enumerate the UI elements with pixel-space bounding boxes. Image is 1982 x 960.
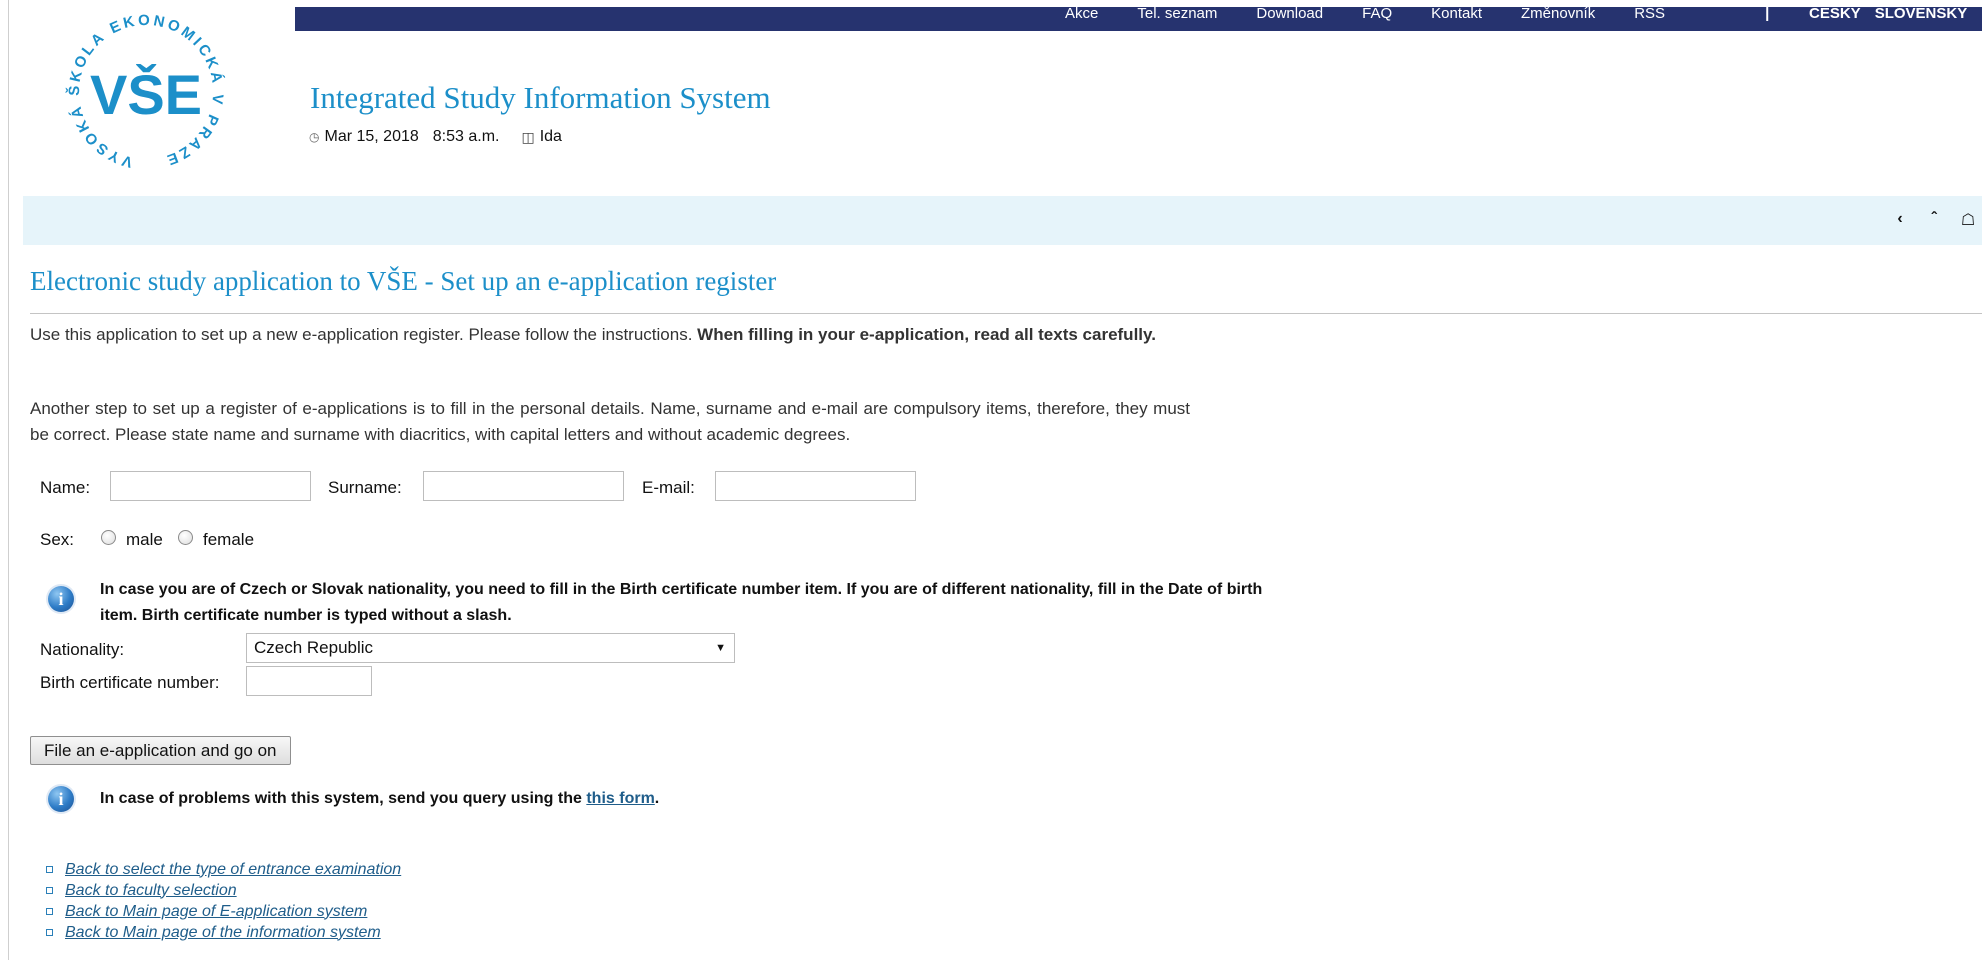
home-icon[interactable]: ☖: [1960, 210, 1976, 230]
info-icon: i: [48, 586, 74, 612]
personal-info-text: Another step to set up a register of e-a…: [30, 399, 1190, 444]
name-label: Name:: [40, 478, 91, 497]
user-name: Ida: [539, 128, 562, 145]
nav-akce[interactable]: Akce: [1065, 7, 1098, 21]
list-item: Back to Main page of E-application syste…: [46, 901, 401, 922]
surname-label: Surname:: [328, 478, 402, 497]
sex-male-radio[interactable]: [101, 530, 116, 545]
top-nav: Akce Tel. seznam Download FAQ Kontakt Zm…: [1065, 7, 1793, 21]
back-icon[interactable]: ‹: [1892, 210, 1908, 230]
vse-logo[interactable]: VYSOKÁ ŠKOLA EKONOMICKÁ V PRAZE VŠE: [58, 6, 234, 176]
intro-text: Use this application to set up a new e-a…: [30, 322, 1190, 348]
bullet-icon: [46, 929, 53, 936]
navigation-band: ‹ ˆ ☖: [23, 196, 1982, 245]
info-icon: i: [48, 786, 74, 812]
language-switcher: ČESKY SLOVENSKY: [1809, 7, 1981, 21]
page-nav-icons: ‹ ˆ ☖: [1892, 210, 1976, 230]
nav-zmenovnik[interactable]: Změnovník: [1521, 7, 1595, 21]
current-time: 8:53 a.m.: [432, 128, 500, 145]
user-icon: ◫: [521, 128, 535, 145]
title-divider: [30, 313, 1982, 314]
help-message: In case of problems with this system, se…: [100, 790, 582, 807]
intro-plain: Use this application to set up a new e-a…: [30, 325, 693, 344]
bullet-icon: [46, 887, 53, 894]
sex-female-radio[interactable]: [178, 530, 193, 545]
bullet-icon: [46, 908, 53, 915]
clock-icon: ◷: [309, 130, 320, 144]
submit-button[interactable]: File an e-application and go on: [30, 736, 291, 765]
up-icon[interactable]: ˆ: [1926, 210, 1942, 230]
lang-slovak[interactable]: SLOVENSKY: [1875, 7, 1968, 21]
birth-cert-field[interactable]: [246, 666, 372, 696]
nationality-note: In case you are of Czech or Slovak natio…: [100, 581, 1263, 624]
help-text: In case of problems with this system, se…: [100, 790, 659, 808]
current-date: Mar 15, 2018: [324, 128, 419, 145]
link-back-is-main[interactable]: Back to Main page of the information sys…: [65, 924, 381, 942]
sex-female-label: female: [203, 530, 255, 549]
intro-bold: When filling in your e-application, read…: [697, 325, 1156, 344]
nationality-select[interactable]: Czech Republic ▼: [246, 633, 735, 663]
nationality-value: Czech Republic: [254, 638, 374, 657]
nav-download[interactable]: Download: [1256, 7, 1323, 21]
list-item: Back to Main page of the information sys…: [46, 922, 401, 943]
email-field[interactable]: [715, 471, 916, 501]
app-title: Integrated Study Information System: [310, 80, 771, 115]
surname-field[interactable]: [423, 471, 624, 501]
back-links: Back to select the type of entrance exam…: [46, 859, 401, 943]
list-item: Back to select the type of entrance exam…: [46, 859, 401, 880]
sex-male-label: male: [126, 530, 163, 549]
help-form-link[interactable]: this form: [586, 790, 654, 807]
sex-label: Sex:: [40, 530, 75, 549]
left-border: [8, 0, 9, 960]
birth-cert-label: Birth certificate number:: [40, 673, 220, 692]
session-info: ◷ Mar 15, 2018 8:53 a.m. ◫ Ida: [309, 128, 562, 146]
nav-tel-seznam[interactable]: Tel. seznam: [1137, 7, 1217, 21]
page-title: Electronic study application to VŠE - Se…: [30, 266, 777, 296]
nationality-label: Nationality:: [40, 640, 125, 659]
name-field[interactable]: [110, 471, 311, 501]
link-back-faculty[interactable]: Back to faculty selection: [65, 882, 237, 900]
link-back-eapp-main[interactable]: Back to Main page of E-application syste…: [65, 903, 367, 921]
email-label: E-mail:: [642, 478, 695, 497]
list-item: Back to faculty selection: [46, 880, 401, 901]
bullet-icon: [46, 866, 53, 873]
nav-separator: |: [1765, 7, 1770, 21]
logo-mark: VŠE: [90, 63, 202, 126]
nav-kontakt[interactable]: Kontakt: [1431, 7, 1482, 21]
help-suffix: .: [654, 790, 660, 807]
chevron-down-icon: ▼: [715, 642, 726, 654]
top-nav-bar: Akce Tel. seznam Download FAQ Kontakt Zm…: [295, 7, 1982, 31]
nav-rss[interactable]: RSS: [1634, 7, 1665, 21]
link-back-exam-type[interactable]: Back to select the type of entrance exam…: [65, 861, 401, 879]
lang-czech[interactable]: ČESKY: [1809, 7, 1861, 21]
nav-faq[interactable]: FAQ: [1362, 7, 1392, 21]
